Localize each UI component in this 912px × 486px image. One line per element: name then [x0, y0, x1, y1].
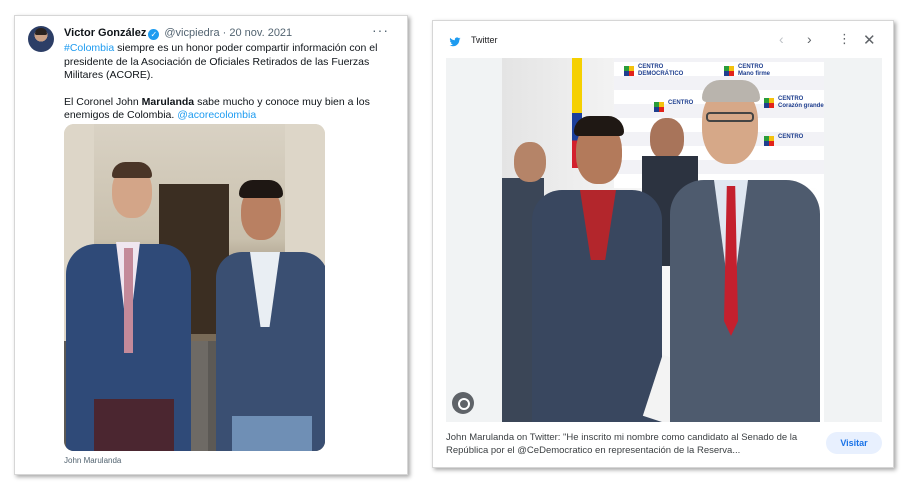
paragraph-2-bold: Marulanda [141, 95, 195, 108]
banner-line-1: CENTRO [778, 134, 804, 140]
mention-link[interactable]: @acorecolombia [177, 109, 256, 121]
image-viewer-card: Twitter ‹ › ⋮ ✕ CENTRO DEMOCRÁTICO CENTR… [432, 20, 894, 468]
hashtag-link[interactable]: #Colombia [64, 42, 114, 54]
banner-line-3: Mano firme [738, 71, 771, 77]
paragraph-2-pre: El Coronel John [64, 95, 142, 108]
chevron-left-icon[interactable]: ‹ [779, 31, 784, 47]
tweet-paragraph-1: #Colombia siempre es un honor poder comp… [64, 42, 394, 83]
more-options-button[interactable]: ··· [372, 22, 389, 38]
glasses [706, 112, 754, 122]
person-left-hair [112, 162, 152, 178]
person-center-hair [574, 116, 624, 136]
party-logo-icon [764, 98, 774, 108]
tweet-date[interactable]: 20 nov. 2021 [229, 27, 292, 39]
party-logo-icon [724, 66, 734, 76]
person-left-pants [94, 399, 174, 451]
twitter-bird-icon [449, 37, 461, 47]
chevron-right-icon[interactable]: › [807, 31, 812, 47]
close-icon[interactable]: ✕ [863, 31, 876, 49]
tweet-photo[interactable] [64, 124, 325, 451]
image-title[interactable]: John Marulanda on Twitter: "He inscrito … [446, 431, 824, 457]
person-background-head [650, 118, 684, 160]
person-right-hair [239, 180, 283, 198]
party-logo-icon [764, 136, 774, 146]
photo-caption: John Marulanda [64, 456, 122, 465]
person-right-jeans [232, 416, 312, 451]
author-avatar[interactable] [28, 26, 54, 52]
header-separator: · [219, 27, 230, 39]
tweet-paragraph-2: El Coronel John Marulanda sabe mucho y c… [64, 96, 394, 123]
person-left-edge-head [514, 142, 546, 182]
preview-image-area[interactable]: CENTRO DEMOCRÁTICO CENTRO Mano firme CEN… [446, 58, 882, 422]
banner-line-2: DEMOCRÁTICO [638, 71, 684, 77]
tweet-card: Victor González ✓ @vicpiedra · 20 nov. 20… [14, 15, 408, 475]
banner-line-1: CENTRO [778, 96, 804, 102]
banner-line-1: CENTRO [668, 100, 694, 106]
preview-photo: CENTRO DEMOCRÁTICO CENTRO Mano firme CEN… [502, 58, 824, 422]
source-label[interactable]: Twitter [471, 35, 498, 45]
person-right-suit [670, 180, 820, 422]
party-logo-icon [654, 102, 664, 112]
google-lens-icon[interactable] [452, 392, 474, 414]
party-logo-icon [624, 66, 634, 76]
tweet-header: Victor González ✓ @vicpiedra · 20 nov. 20… [64, 27, 292, 40]
author-handle[interactable]: @vicpiedra [164, 27, 219, 39]
banner-line-4: Corazón grande [778, 103, 824, 109]
person-right-hair [702, 80, 760, 102]
more-vert-icon[interactable]: ⋮ [838, 31, 851, 47]
tweet-text: #Colombia siempre es un honor poder comp… [64, 42, 394, 136]
verified-icon: ✓ [148, 29, 160, 40]
banner-line-1: CENTRO [638, 64, 664, 70]
author-name[interactable]: Victor González [64, 27, 146, 39]
person-left-tie [124, 248, 133, 353]
banner-line-1: CENTRO [738, 64, 764, 70]
visit-button[interactable]: Visitar [826, 432, 882, 454]
